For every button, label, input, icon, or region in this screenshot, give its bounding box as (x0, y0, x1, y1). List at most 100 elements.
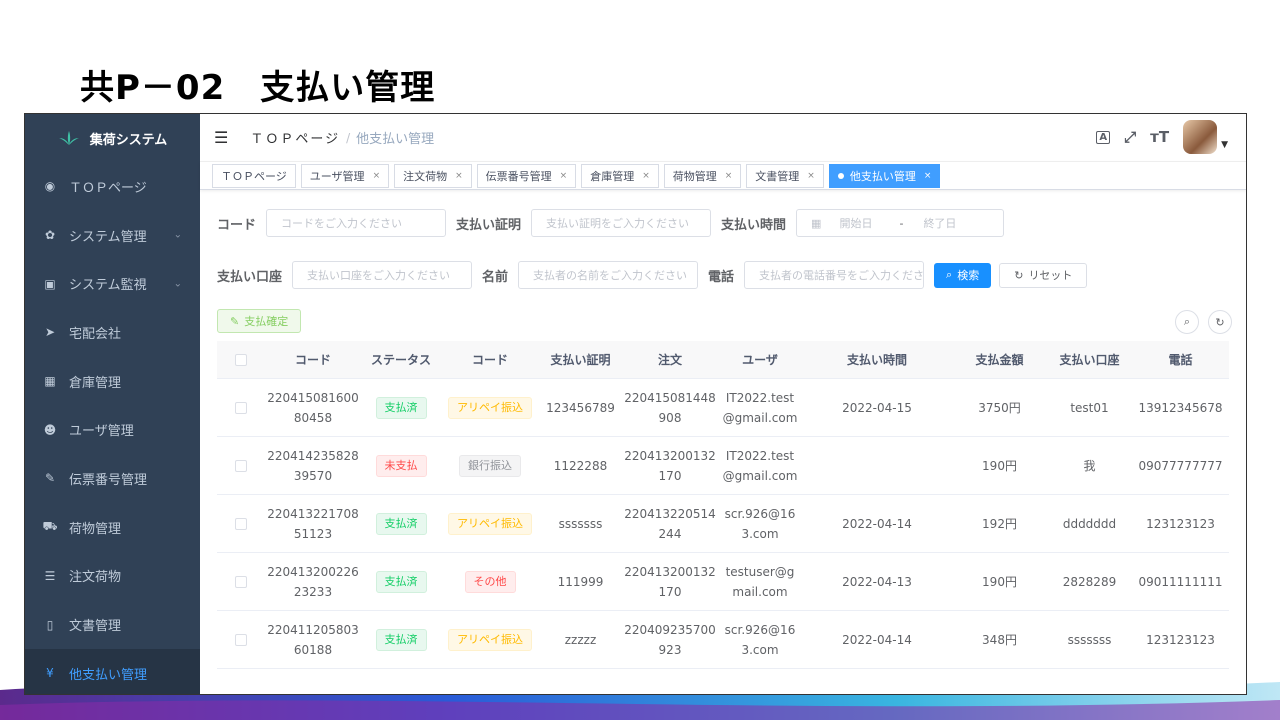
close-icon[interactable]: × (455, 171, 463, 181)
close-icon[interactable]: × (924, 171, 932, 181)
tab-tag[interactable]: 倉庫管理 × (581, 163, 659, 188)
column-header[interactable]: ステータス (361, 341, 441, 378)
code-label: コード (217, 217, 257, 233)
name-label: 名前 (482, 269, 509, 285)
column-header[interactable]: 電話 (1132, 341, 1229, 378)
font-size-icon[interactable]: тT (1150, 128, 1169, 146)
table-row[interactable]: 22041508160080458 支払済 アリペイ振込 123456789 22041… (217, 379, 1229, 437)
cell-proof: 123456789 (546, 400, 615, 415)
cell-account: sssssss (1067, 632, 1112, 647)
cell-code: 22041508160080458 (267, 390, 359, 425)
toggle-search-button[interactable]: ⌕ (1175, 310, 1199, 334)
cell-status: 未支払 (361, 437, 441, 494)
row-checkbox[interactable] (235, 633, 247, 646)
table-row[interactable]: 22041423582839570 未支払 銀行振込 1122288 220413200… (217, 437, 1229, 495)
table-row[interactable]: 22041322170851123 支払済 アリペイ振込 sssssss 2204132… (217, 495, 1229, 553)
column-header[interactable]: 支払い証明 (539, 341, 622, 378)
column-header[interactable]: 支払い時間 (802, 341, 952, 378)
tab-tag[interactable]: 他支払い管理 × (828, 163, 941, 188)
end-date-input[interactable]: 終了日 (923, 215, 956, 231)
breadcrumb-top[interactable]: ＴＯＰページ (250, 128, 340, 147)
sidebar-item[interactable]: ◉ ＴＯＰページ (25, 162, 200, 211)
translate-icon[interactable]: A (1096, 130, 1111, 144)
brand[interactable]: 集荷システム (25, 114, 200, 162)
column-header[interactable]: ユーザ (718, 341, 802, 378)
confirm-payment-button[interactable]: ✎ 支払確定 (217, 309, 302, 333)
cell-order: 220413220514244 (624, 506, 716, 541)
app-window: 集荷システム ◉ ＴＯＰページ ✿ システム管理 ⌄ ▣ システム監視 ⌄ ➤ 宅配会社 ▦ 倉庫管理… (24, 113, 1247, 695)
row-checkbox[interactable] (235, 459, 247, 472)
sidebar-item[interactable]: ▣ システム監視 ⌄ (25, 259, 200, 308)
cell-time: 2022-04-14 (842, 632, 912, 647)
cell-code: 22041320022623233 (267, 564, 359, 599)
column-header[interactable]: コード (265, 341, 361, 378)
sidebar-item-label: 文書管理 (69, 619, 122, 635)
cell-order: 220413200132170 (624, 448, 716, 483)
tab-tag[interactable]: 文書管理 × (746, 163, 824, 188)
hamburger-icon[interactable]: ☰ (214, 128, 228, 147)
row-checkbox[interactable] (235, 575, 247, 588)
tab-tag[interactable]: ＴＯＰページ (212, 163, 296, 188)
phone-input[interactable]: 支払者の電話番号をご入力ください (744, 261, 925, 289)
tab-tag[interactable]: ユーザ管理 × (300, 163, 390, 188)
cell-time (802, 437, 952, 494)
column-header[interactable]: 注文 (622, 341, 718, 378)
refresh-button[interactable]: ↻ (1208, 310, 1232, 334)
name-input[interactable]: 支払者の名前をご入力ください (518, 261, 699, 289)
reset-button[interactable]: ↻ リセット (999, 262, 1088, 288)
send-icon: ➤ (44, 325, 56, 340)
column-header[interactable]: 支払い口座 (1047, 341, 1132, 378)
search-button[interactable]: ⌕ 検索 (934, 262, 992, 288)
sidebar-item[interactable]: ▦ 倉庫管理 (25, 357, 200, 406)
sidebar-item-label: ユーザ管理 (69, 424, 134, 440)
avatar[interactable] (1183, 120, 1218, 154)
sidebar-item[interactable]: ☻ ユーザ管理 (25, 405, 200, 454)
method-badge: アリペイ振込 (448, 512, 532, 535)
cell-amount: 192円 (982, 516, 1017, 531)
users-icon: ☻ (43, 422, 57, 437)
tab-tag-label: ユーザ管理 (309, 169, 365, 183)
close-icon[interactable]: × (373, 171, 381, 181)
select-all-checkbox[interactable] (235, 353, 247, 366)
sidebar-item-label: システム管理 (69, 229, 147, 245)
proof-input[interactable]: 支払い証明をご入力ください (531, 209, 712, 237)
close-icon[interactable]: × (560, 171, 568, 181)
account-input[interactable]: 支払い口座をご入力ください (292, 261, 473, 289)
start-date-input[interactable]: 開始日 (839, 215, 889, 231)
cell-user: testuser@gmail.com (725, 564, 795, 599)
date-range-picker[interactable]: ▦ 開始日 - 終了日 (796, 209, 1005, 237)
cell-order: 220415081448908 (624, 390, 716, 425)
cell-method: アリペイ振込 (441, 611, 539, 668)
close-icon[interactable]: × (725, 171, 733, 181)
column-header[interactable]: 支払金額 (952, 341, 1047, 378)
tab-tag[interactable]: 注文荷物 × (394, 163, 472, 188)
cell-status: 支払済 (361, 495, 441, 552)
sidebar-item[interactable]: ✿ システム管理 ⌄ (25, 211, 200, 260)
row-select-cell (217, 553, 265, 610)
cell-proof: 111999 (557, 574, 604, 589)
cell-proof: 1122288 (553, 458, 608, 473)
sidebar-item[interactable]: ➤ 宅配会社 (25, 308, 200, 357)
tab-tag-label: 文書管理 (755, 169, 800, 183)
sidebar-item[interactable]: ☰ 注文荷物 (25, 552, 200, 601)
tab-tag[interactable]: 伝票番号管理 × (476, 163, 577, 188)
payment-table: コード ステータス コード 支払い証明 注文 ユーザ 支払い時間 支払金額 支払い口座 電話 22… (217, 341, 1229, 669)
sidebar-item[interactable]: ✎ 伝票番号管理 (25, 454, 200, 503)
column-header[interactable]: コード (441, 341, 539, 378)
edit-icon: ✎ (230, 314, 240, 328)
sidebar-item[interactable]: ⛟ 荷物管理 (25, 503, 200, 552)
table-row[interactable]: 22041120580360188 支払済 アリペイ振込 zzzzz 220409235… (217, 611, 1229, 669)
caret-down-icon[interactable]: ▼ (1221, 140, 1228, 150)
sidebar-item[interactable]: ¥ 他支払い管理 (25, 648, 200, 694)
code-input[interactable]: コードをご入力ください (266, 209, 447, 237)
tab-tag[interactable]: 荷物管理 × (663, 163, 742, 188)
search-icon: ⌕ (946, 268, 953, 281)
close-icon[interactable]: × (642, 171, 650, 181)
row-checkbox[interactable] (235, 401, 247, 414)
table-row[interactable]: 22041320022623233 支払済 その他 111999 22041320013… (217, 553, 1229, 611)
sidebar-item[interactable]: ▯ 文書管理 (25, 600, 200, 649)
close-icon[interactable]: × (807, 171, 815, 181)
row-checkbox[interactable] (235, 517, 247, 530)
sidebar: 集荷システム ◉ ＴＯＰページ ✿ システム管理 ⌄ ▣ システム監視 ⌄ ➤ 宅配会社 ▦ 倉庫管理… (25, 114, 200, 694)
fullscreen-icon[interactable]: ⤢ (1124, 128, 1136, 146)
